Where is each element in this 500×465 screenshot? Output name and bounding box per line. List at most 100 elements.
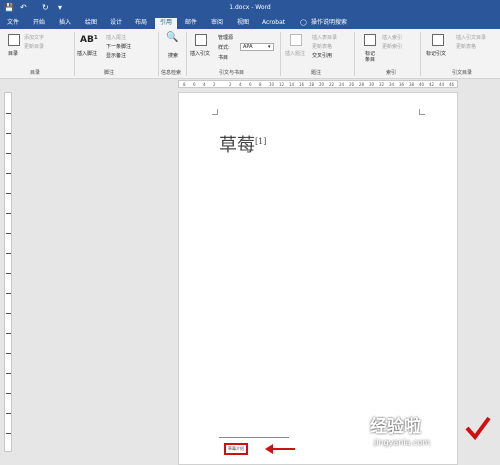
ruler-tick: 6 — [193, 82, 196, 87]
insert-citation-icon — [195, 34, 207, 46]
group-separator — [280, 32, 281, 76]
ruler-tick: 32 — [379, 82, 385, 87]
search-icon: 🔍 — [166, 32, 179, 43]
group-label-citations: 引文与书目 — [219, 70, 245, 76]
ruler-tick: 6 — [249, 82, 252, 87]
ruler-tick: 10 — [269, 82, 275, 87]
group-separator — [420, 32, 421, 76]
group-label-table-of-authorities: 引文目录 — [452, 70, 473, 76]
ruler-tick: 8 — [259, 82, 262, 87]
tab-draw[interactable]: 绘图 — [83, 18, 99, 29]
group-label-captions: 题注 — [311, 70, 322, 76]
footnote-icon: AB¹ — [80, 35, 98, 45]
ruler-tick: 28 — [359, 82, 365, 87]
add-text-button[interactable]: 添加文字 — [24, 35, 44, 41]
ruler-tick: 42 — [429, 82, 435, 87]
group-label-toc: 目录 — [30, 70, 41, 76]
lightbulb-icon[interactable]: ◯ — [298, 18, 309, 29]
toc-button[interactable]: 目录 — [8, 51, 18, 57]
group-label-index: 索引 — [386, 70, 397, 76]
ruler-tick: 14 — [289, 82, 295, 87]
crop-mark — [419, 109, 425, 115]
tab-design[interactable]: 设计 — [108, 18, 124, 29]
group-label-footnotes: 脚注 — [104, 70, 115, 76]
vertical-ruler[interactable] — [4, 92, 12, 452]
insert-table-of-figures-button[interactable]: 插入表目录 — [312, 35, 337, 41]
mark-entry-icon — [364, 34, 376, 46]
ruler-tick — [6, 353, 11, 354]
insert-endnote-button[interactable]: 插入尾注 — [106, 35, 126, 41]
arrow-icon — [265, 444, 295, 454]
tab-home[interactable]: 开始 — [31, 18, 47, 29]
footnote-reference[interactable]: [1] — [255, 137, 266, 146]
footnote-text[interactable]: 草莓介绍 — [224, 443, 248, 455]
mark-citation-icon — [432, 34, 444, 46]
ruler-tick — [6, 213, 11, 214]
insert-index-button[interactable]: 插入索引 — [382, 35, 402, 41]
ruler-tick: 4 — [239, 82, 242, 87]
ruler-tick — [6, 373, 11, 374]
ruler-tick: 24 — [339, 82, 345, 87]
insert-caption-icon — [290, 34, 302, 46]
tell-me-search[interactable]: 操作说明搜索 — [309, 18, 349, 29]
tab-insert[interactable]: 插入 — [57, 18, 73, 29]
ribbon: 目录 添加文字 更新目录 目录 AB¹ 插入脚注 插入尾注 下一条脚注 显示备注… — [0, 29, 500, 79]
main-text[interactable]: 草莓[1] — [219, 131, 266, 157]
update-table-of-authorities-button[interactable]: 更新表格 — [456, 44, 476, 50]
tab-review[interactable]: 审阅 — [209, 18, 225, 29]
ruler-tick — [6, 133, 11, 134]
group-separator — [74, 32, 75, 76]
bibliography-button[interactable]: 书目 — [218, 55, 228, 61]
tab-view[interactable]: 视图 — [235, 18, 251, 29]
update-index-button[interactable]: 更新索引 — [382, 44, 402, 50]
crop-mark — [212, 109, 218, 115]
ruler-tick — [6, 173, 11, 174]
mark-entry-button[interactable]: 标记条目 — [363, 51, 377, 63]
ruler-tick — [6, 393, 11, 394]
horizontal-ruler[interactable]: 8 6 4 2 2 4 6 8 10 12 14 16 18 20 22 24 … — [178, 80, 458, 88]
ruler-tick: 46 — [449, 82, 455, 87]
next-footnote-button[interactable]: 下一条脚注 — [106, 44, 131, 50]
tab-references[interactable]: 引用 — [155, 18, 177, 29]
manage-sources-button[interactable]: 管理源 — [218, 35, 233, 41]
ruler-tick — [6, 293, 11, 294]
group-separator — [186, 32, 187, 76]
main-text-content: 草莓 — [219, 135, 255, 156]
tab-file[interactable]: 文件 — [5, 18, 21, 29]
tab-mailings[interactable]: 邮件 — [183, 18, 199, 29]
ruler-tick: 44 — [439, 82, 445, 87]
insert-footnote-button[interactable]: 插入脚注 — [77, 51, 97, 57]
insert-caption-button[interactable]: 插入题注 — [285, 51, 305, 57]
cross-reference-button[interactable]: 交叉引用 — [312, 53, 332, 59]
style-label: 样式: — [218, 45, 230, 51]
ruler-tick: 2 — [229, 82, 232, 87]
show-notes-button[interactable]: 显示备注 — [106, 53, 126, 59]
ruler-tick: 40 — [419, 82, 425, 87]
ruler-tick — [6, 193, 11, 194]
footnote-separator — [219, 437, 289, 438]
tab-acrobat[interactable]: Acrobat — [260, 18, 287, 29]
ruler-tick: 34 — [389, 82, 395, 87]
table-of-contents-icon — [8, 34, 20, 46]
search-button[interactable]: 搜索 — [168, 53, 178, 59]
tab-layout[interactable]: 布局 — [133, 18, 149, 29]
group-label-research: 信息检索 — [161, 70, 182, 76]
ruler-tick: 26 — [349, 82, 355, 87]
checkmark-icon — [465, 416, 491, 441]
title-bar: 💾 ↶ ↻ ▾ 1.docx - Word — [0, 0, 500, 16]
insert-table-of-authorities-button[interactable]: 插入引文目录 — [456, 35, 486, 41]
ruler-tick: 38 — [409, 82, 415, 87]
ruler-tick — [6, 433, 11, 434]
ruler-tick: 16 — [299, 82, 305, 87]
update-toc-button[interactable]: 更新目录 — [24, 44, 44, 50]
update-table-button[interactable]: 更新表格 — [312, 44, 332, 50]
ruler-tick — [6, 253, 11, 254]
watermark-text: 经验啦 — [370, 417, 421, 437]
ruler-tick: 30 — [369, 82, 375, 87]
insert-citation-button[interactable]: 插入引文 — [190, 51, 210, 57]
ruler-tick: 36 — [399, 82, 405, 87]
chevron-down-icon[interactable]: ▾ — [268, 44, 271, 50]
ruler-tick: 8 — [183, 82, 186, 87]
mark-citation-button[interactable]: 标记引文 — [426, 51, 446, 57]
ruler-tick: 18 — [309, 82, 315, 87]
